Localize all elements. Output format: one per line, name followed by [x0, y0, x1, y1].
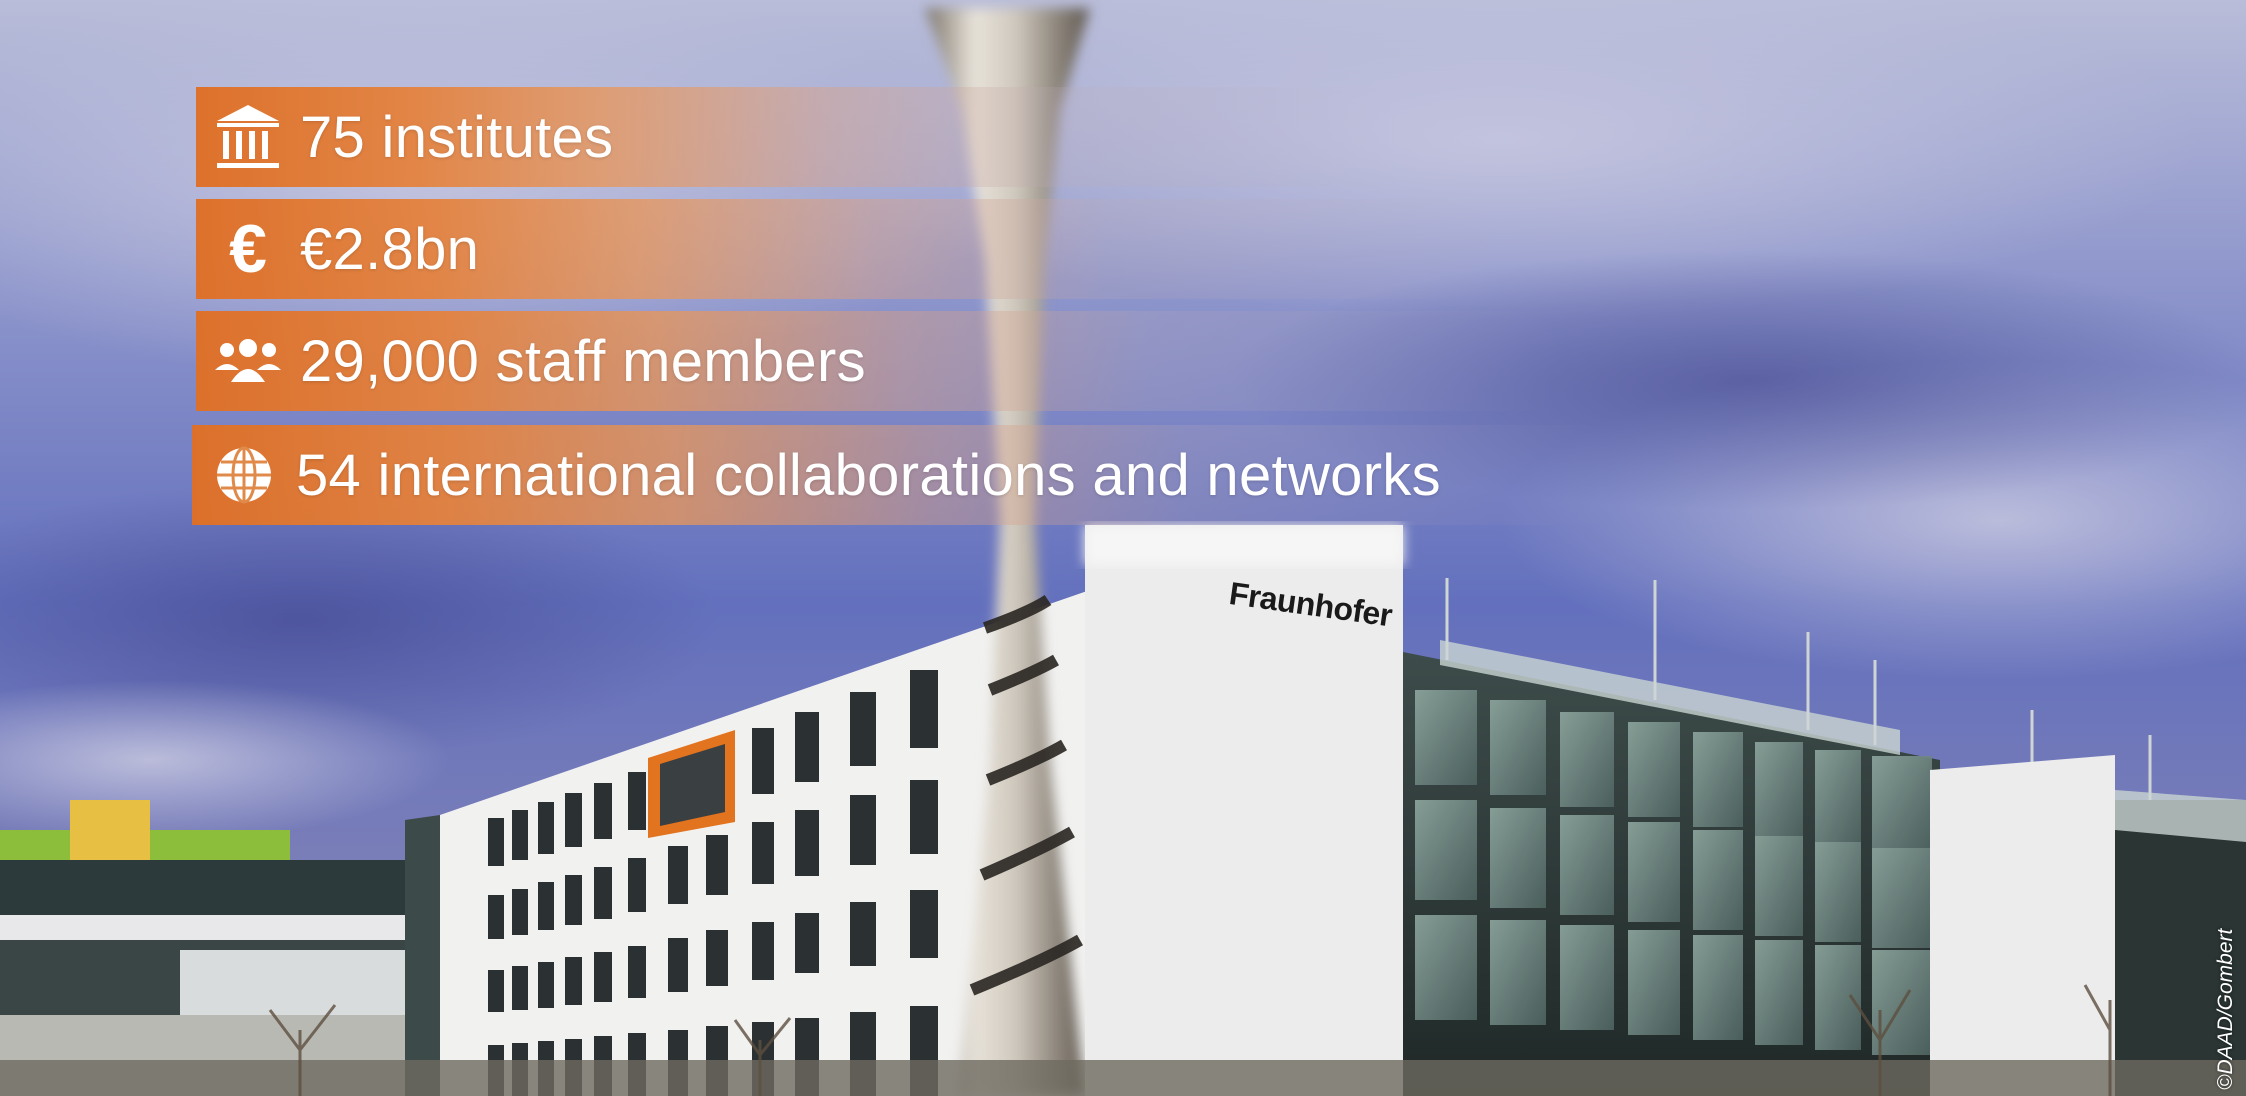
- stat-label: 29,000 staff members: [300, 328, 866, 394]
- stat-budget: € €2.8bn: [196, 199, 1496, 299]
- euro-icon: €: [196, 199, 300, 299]
- stat-label: 75 institutes: [300, 104, 614, 170]
- stat-label: 54 international collaborations and netw…: [296, 442, 1441, 508]
- stat-institutes: 75 institutes: [196, 87, 1400, 187]
- photo-credit: ©DAAD/Gombert: [2214, 928, 2237, 1090]
- people-icon: [196, 311, 300, 411]
- institution-icon: [196, 87, 300, 187]
- stat-staff: 29,000 staff members: [196, 311, 1556, 411]
- svg-text:€: €: [229, 214, 267, 284]
- globe-icon: [192, 425, 296, 525]
- stat-collaborations: 54 international collaborations and netw…: [192, 425, 1612, 525]
- stat-label: €2.8bn: [300, 216, 480, 282]
